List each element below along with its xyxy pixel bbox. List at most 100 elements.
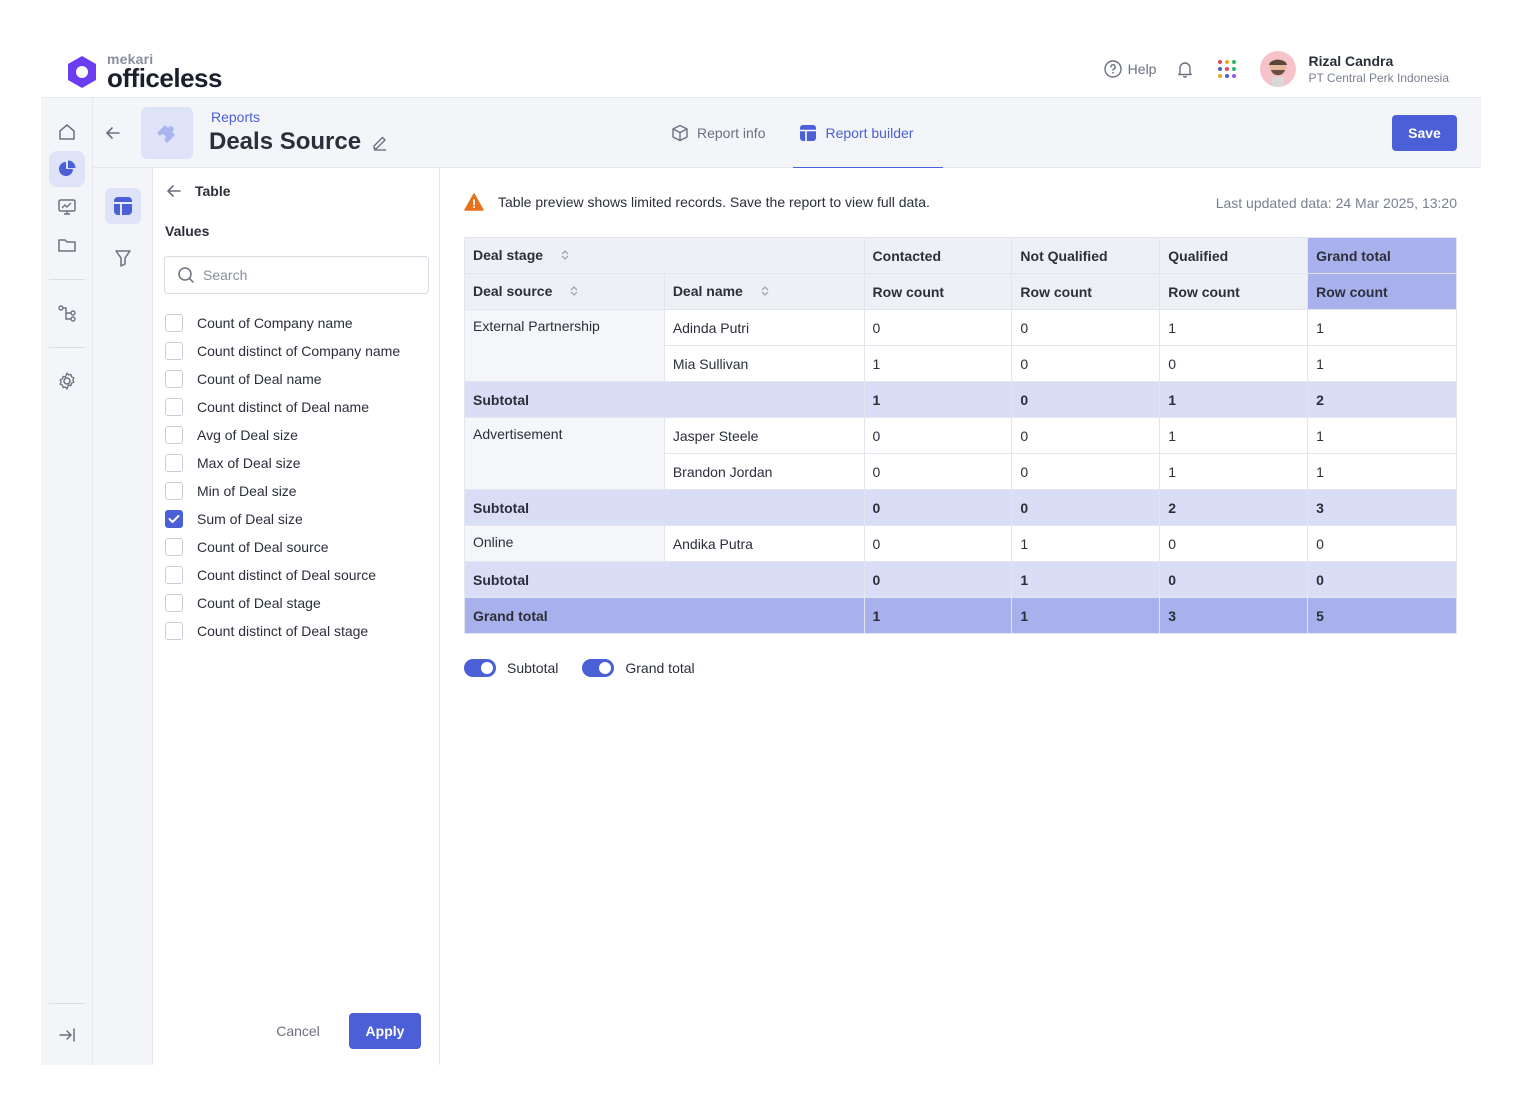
reports-pie-chart-icon[interactable]	[49, 151, 85, 187]
app-launcher-dot	[1225, 60, 1230, 64]
value-option-checkbox[interactable]	[165, 398, 183, 416]
value-cell: 0	[1011, 453, 1161, 490]
search-input[interactable]	[203, 267, 403, 283]
apply-button[interactable]: Apply	[349, 1013, 421, 1049]
tab-report-info[interactable]: Report info	[669, 98, 767, 168]
warning-triangle-icon	[464, 193, 484, 211]
deal-source-header[interactable]: Deal source	[464, 273, 665, 310]
deal-name-cell: Adinda Putri	[663, 309, 865, 346]
dashboard-monitor-icon[interactable]	[49, 189, 85, 225]
deal-name-header[interactable]: Deal name	[663, 273, 865, 310]
table-row: Advertisement Jasper Steele 0 0 1 1	[464, 417, 1457, 490]
value-option-label: Count of Deal source	[197, 539, 329, 555]
sort-icon[interactable]	[561, 248, 569, 264]
measure-header: Row count	[1011, 273, 1161, 310]
help-button[interactable]: Help	[1103, 60, 1157, 78]
value-cell: 1	[1307, 345, 1457, 382]
value-option[interactable]: Sum of Deal size	[165, 505, 435, 533]
builder-tool-rail	[93, 168, 153, 1065]
value-option[interactable]: Avg of Deal size	[165, 421, 435, 449]
subtotal-toggle[interactable]: Subtotal	[464, 659, 558, 677]
value-option-checkbox[interactable]	[165, 370, 183, 388]
value-option-checkbox[interactable]	[165, 426, 183, 444]
app-launcher-dot	[1232, 74, 1237, 78]
value-cell: 1	[1159, 453, 1309, 490]
last-updated-text: Last updated data: 24 Mar 2025, 13:20	[1215, 195, 1457, 211]
panel-back-header[interactable]: Table	[165, 182, 231, 200]
value-option[interactable]: Count of Deal name	[165, 365, 435, 393]
subtotal-label: Subtotal	[464, 561, 865, 598]
value-option-checkbox[interactable]	[165, 342, 183, 360]
deal-source-cell: External Partnership	[464, 309, 665, 382]
value-option-label: Count distinct of Deal name	[197, 399, 369, 415]
filter-funnel-icon[interactable]	[105, 240, 141, 276]
value-option-label: Count distinct of Company name	[197, 343, 401, 359]
avatar[interactable]	[1260, 51, 1297, 87]
value-option[interactable]: Count of Company name	[165, 309, 435, 337]
table-header-row: Deal source Deal name Row count Row coun…	[464, 273, 1457, 310]
app-launcher-icon[interactable]	[1218, 60, 1237, 78]
sort-icon[interactable]	[761, 284, 769, 300]
value-option[interactable]: Min of Deal size	[165, 477, 435, 505]
value-cell: 1	[1307, 309, 1457, 346]
value-option-checkbox[interactable]	[165, 566, 183, 584]
value-option[interactable]: Max of Deal size	[165, 449, 435, 477]
value-cell: 0	[863, 309, 1013, 346]
toggle-switch[interactable]	[464, 659, 496, 677]
help-label: Help	[1127, 61, 1157, 77]
subtotal-cell: 0	[1307, 561, 1457, 598]
sort-icon[interactable]	[570, 284, 578, 300]
value-cell: 1	[1159, 417, 1309, 454]
value-option[interactable]: Count distinct of Deal name	[165, 393, 435, 421]
user-org: PT Central Perk Indonesia	[1308, 71, 1449, 85]
grand-total-cell: 3	[1159, 597, 1309, 634]
value-option-checkbox[interactable]	[165, 510, 183, 528]
page-header: Reports Deals Source Report info Report …	[93, 98, 1481, 169]
subtotal-cell: 0	[863, 561, 1013, 598]
search-field[interactable]	[164, 256, 429, 294]
value-option[interactable]: Count distinct of Deal stage	[165, 617, 435, 645]
notification-bell-icon[interactable]	[1176, 60, 1194, 78]
value-option[interactable]: Count distinct of Company name	[165, 337, 435, 365]
cancel-button[interactable]: Cancel	[265, 1013, 331, 1049]
settings-gear-icon[interactable]	[49, 363, 85, 399]
deal-stage-header[interactable]: Deal stage	[464, 237, 865, 274]
value-option-checkbox[interactable]	[165, 314, 183, 332]
report-puzzle-icon	[141, 107, 193, 159]
value-option-checkbox[interactable]	[165, 482, 183, 500]
grand-total-row: Grand total 1 1 3 5	[464, 597, 1457, 634]
grand-total-toggle[interactable]: Grand total	[582, 659, 695, 677]
edit-pencil-icon[interactable]	[371, 133, 389, 151]
value-option-checkbox[interactable]	[165, 538, 183, 556]
measure-header: Row count	[863, 273, 1013, 310]
subtotal-cell: 2	[1307, 381, 1457, 418]
table-row: Online Andika Putra 0 1 0 0	[464, 525, 1457, 562]
collapse-sidebar-icon[interactable]	[49, 1017, 85, 1053]
value-cell: 1	[1307, 453, 1457, 490]
breadcrumb[interactable]: Reports	[211, 109, 260, 125]
save-button[interactable]: Save	[1392, 115, 1457, 151]
help-icon	[1103, 60, 1122, 78]
measure-header: Row count	[1159, 273, 1309, 310]
page-title-text: Deals Source	[209, 128, 362, 155]
value-option-checkbox[interactable]	[165, 622, 183, 640]
workflow-icon[interactable]	[49, 295, 85, 331]
value-option[interactable]: Count distinct of Deal source	[165, 561, 435, 589]
toggle-switch[interactable]	[582, 659, 615, 677]
back-arrow-icon[interactable]	[101, 121, 125, 145]
app-launcher-dot	[1232, 67, 1237, 71]
value-cell: 1	[1011, 525, 1161, 562]
value-option[interactable]: Count of Deal source	[165, 533, 435, 561]
brand-logo[interactable]: mekari officeless	[67, 52, 222, 91]
value-option[interactable]: Count of Deal stage	[165, 589, 435, 617]
value-cell: 0	[863, 453, 1013, 490]
box-icon	[672, 124, 688, 142]
user-info[interactable]: Rizal Candra PT Central Perk Indonesia	[1308, 53, 1449, 85]
home-icon[interactable]	[49, 114, 85, 150]
value-option-checkbox[interactable]	[165, 454, 183, 472]
folder-icon[interactable]	[49, 227, 85, 263]
tab-report-builder[interactable]: Report builder	[793, 98, 944, 169]
value-option-checkbox[interactable]	[165, 594, 183, 612]
subtotal-cell: 0	[1011, 489, 1161, 526]
table-layout-icon[interactable]	[105, 188, 141, 224]
